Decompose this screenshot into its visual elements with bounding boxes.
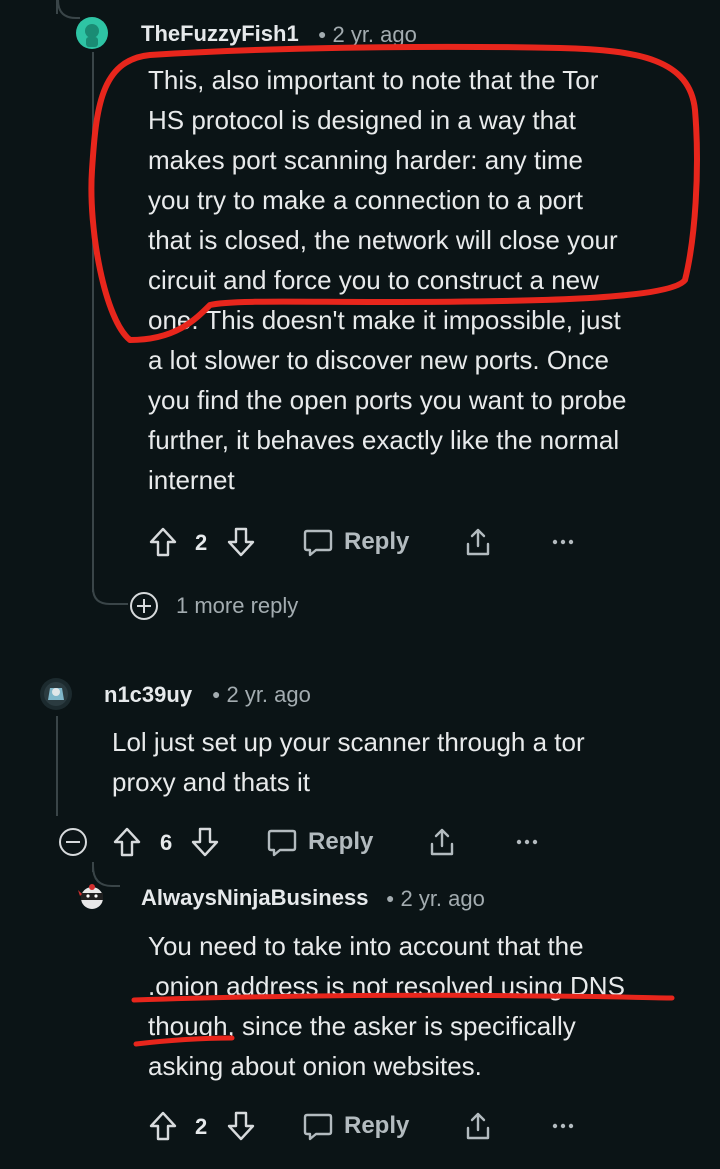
share-icon [430,828,454,856]
share-button[interactable] [462,1110,494,1142]
expand-replies-button[interactable] [128,590,160,622]
downvote-button[interactable] [190,826,220,858]
upvote-button[interactable] [148,1110,178,1142]
reply-button[interactable]: Reply [302,1110,409,1142]
share-button[interactable] [462,526,494,558]
more-options-icon [516,839,538,845]
comment-author[interactable]: TheFuzzyFish1 [141,21,299,47]
avatar[interactable] [40,678,72,710]
share-icon [466,1112,490,1140]
more-options-icon [552,539,574,545]
downvote-icon [227,527,255,557]
avatar-snoo-icon [44,682,68,706]
comment-icon [303,529,333,557]
reply-label: Reply [344,1112,410,1139]
comment-body: You need to take into account that the .… [148,931,625,1081]
downvote-icon [227,1111,255,1141]
avatar-snoo-icon [85,24,99,47]
expand-icon [130,592,158,620]
comment-icon [303,1113,333,1141]
reply-label: Reply [308,828,374,855]
thread-curve-more [92,588,128,605]
comment-body: This, also important to note that the To… [148,65,627,495]
vote-count: 2 [195,1114,208,1139]
upvote-icon [113,827,141,857]
upvote-button[interactable] [148,526,178,558]
avatar-ninja-icon [78,884,103,909]
downvote-button[interactable] [226,1110,256,1142]
upvote-icon [149,1111,177,1141]
comment-timestamp: ● 2 yr. ago [318,22,417,47]
avatar[interactable] [76,882,108,914]
share-button[interactable] [426,826,458,858]
more-options-button[interactable] [551,530,575,554]
reply-button[interactable]: Reply [266,826,373,858]
upvote-icon [149,527,177,557]
more-options-icon [552,1123,574,1129]
more-replies-link[interactable]: 1 more reply [176,593,298,619]
downvote-icon [191,827,219,857]
avatar[interactable] [76,17,108,49]
share-icon [466,528,490,556]
reply-label: Reply [344,528,410,555]
collapse-button[interactable] [57,826,89,858]
comment-icon [267,829,297,857]
downvote-button[interactable] [226,526,256,558]
comment-timestamp: ● 2 yr. ago [212,682,311,707]
more-options-button[interactable] [551,1114,575,1138]
comment-author[interactable]: AlwaysNinjaBusiness [141,885,368,911]
upvote-button[interactable] [112,826,142,858]
more-options-button[interactable] [515,830,539,854]
thread-line-comment2 [56,716,58,816]
comment-author[interactable]: n1c39uy [104,682,192,708]
thread-line-comment1 [92,52,94,592]
reply-button[interactable]: Reply [302,526,409,558]
collapse-icon [59,828,87,856]
comment-body: Lol just set up your scanner through a t… [112,727,585,797]
vote-count: 2 [195,530,208,555]
vote-count: 6 [160,830,173,855]
comment-timestamp: ● 2 yr. ago [386,886,485,911]
